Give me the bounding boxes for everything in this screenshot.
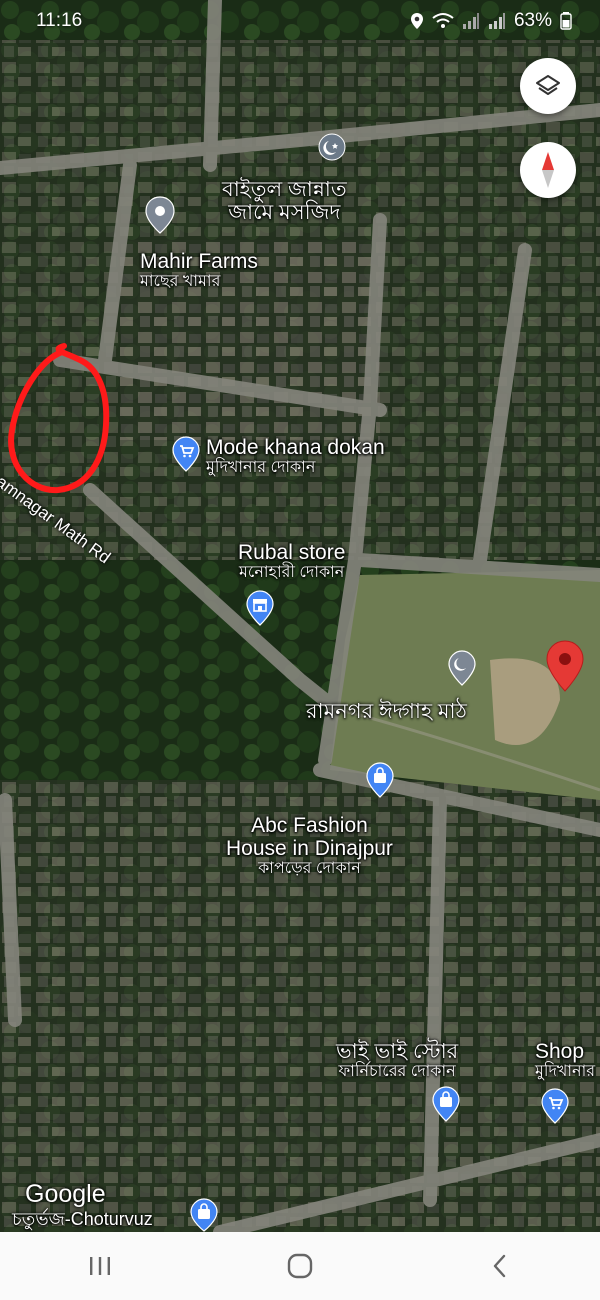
mahir-farms-label[interactable]: Mahir Farms মাছের খামার xyxy=(140,250,258,291)
bhai-bhai-category: ফার্নিচারের দোকান xyxy=(338,1063,456,1081)
battery-percent: 63% xyxy=(513,10,552,31)
rubal-store-category: মনোহারী দোকান xyxy=(239,564,345,582)
mosque-icon[interactable] xyxy=(318,133,346,165)
shopping-bag-icon[interactable] xyxy=(190,1198,218,1232)
layers-icon xyxy=(536,75,560,95)
mode-khana-category: মুদিখানার দোকান xyxy=(206,459,316,477)
abc-fashion-category: কাপড়ের দোকান xyxy=(258,860,361,878)
recent-apps-icon xyxy=(90,1257,110,1275)
shop-name: Shop xyxy=(535,1040,585,1063)
satellite-map[interactable]: বাইতুল জান্নাত জামে মসজিদ Mahir Farms মা… xyxy=(0,0,600,1232)
rubal-store-label[interactable]: Rubal store মনোহারী দোকান xyxy=(238,541,345,582)
status-bar: 11:16 63% xyxy=(0,0,600,44)
mahir-farms-category: মাছের খামার xyxy=(140,273,221,291)
rubal-store-name: Rubal store xyxy=(238,541,346,564)
compass-button[interactable] xyxy=(520,142,576,198)
abc-fashion-name-line2: House in Dinajpur xyxy=(226,837,393,861)
system-nav-bar xyxy=(0,1232,600,1300)
shop-category: মুদিখানার xyxy=(535,1063,596,1081)
signal-icon xyxy=(488,13,505,29)
home-button[interactable] xyxy=(260,1238,340,1294)
battery-icon xyxy=(560,12,572,30)
google-logo: Google xyxy=(25,1180,106,1208)
mosque-north-line1: বাইতুল জান্নাত xyxy=(222,178,347,201)
abc-fashion-name-line1: Abc Fashion xyxy=(251,814,368,837)
mosque-icon[interactable] xyxy=(448,650,476,690)
mosque-north-label[interactable]: বাইতুল জান্নাত জামে মসজিদ xyxy=(222,178,347,224)
mode-khana-label[interactable]: Mode khana dokan মুদিখানার দোকান xyxy=(206,436,385,477)
back-icon xyxy=(493,1254,506,1278)
choturvuz-name: চতুর্ভজ-Choturvuz xyxy=(12,1209,153,1229)
status-icons: 63% xyxy=(410,10,572,32)
shopping-bag-icon[interactable] xyxy=(432,1086,460,1126)
status-time: 11:16 xyxy=(36,10,83,31)
store-icon[interactable] xyxy=(246,590,274,630)
mode-khana-name: Mode khana dokan xyxy=(206,436,385,459)
mosque-north-line2: জামে মসজিদ xyxy=(228,201,341,225)
eidgah-label[interactable]: রামনগর ঈদ্গাহ মাঠ xyxy=(306,700,467,723)
bhai-bhai-label[interactable]: ভাই ভাই স্টোর ফার্নিচারের দোকান xyxy=(336,1040,458,1081)
eidgah-name: রামনগর ঈদ্গাহ মাঠ xyxy=(306,700,467,723)
bhai-bhai-name: ভাই ভাই স্টোর xyxy=(336,1040,459,1063)
location-icon xyxy=(410,13,423,29)
recent-apps-button[interactable] xyxy=(60,1238,140,1294)
shopping-cart-icon[interactable] xyxy=(541,1088,569,1128)
layers-button[interactable] xyxy=(520,58,576,114)
shop-label[interactable]: Shop মুদিখানার xyxy=(535,1040,595,1081)
mahir-farms-name: Mahir Farms xyxy=(140,250,258,273)
abc-fashion-label[interactable]: Abc Fashion House in Dinajpur কাপড়ের দো… xyxy=(226,814,393,878)
red-pin-icon[interactable] xyxy=(546,640,584,696)
signal-icon xyxy=(462,13,479,29)
shopping-bag-icon[interactable] xyxy=(366,762,394,802)
wifi-icon xyxy=(432,13,454,28)
back-button[interactable] xyxy=(460,1238,540,1294)
shopping-cart-icon[interactable] xyxy=(172,436,200,476)
compass-icon xyxy=(542,152,554,188)
choturvuz-label[interactable]: চতুর্ভজ-Choturvuz xyxy=(12,1209,153,1230)
home-icon xyxy=(287,1253,313,1279)
place-pin-icon[interactable] xyxy=(145,196,175,238)
